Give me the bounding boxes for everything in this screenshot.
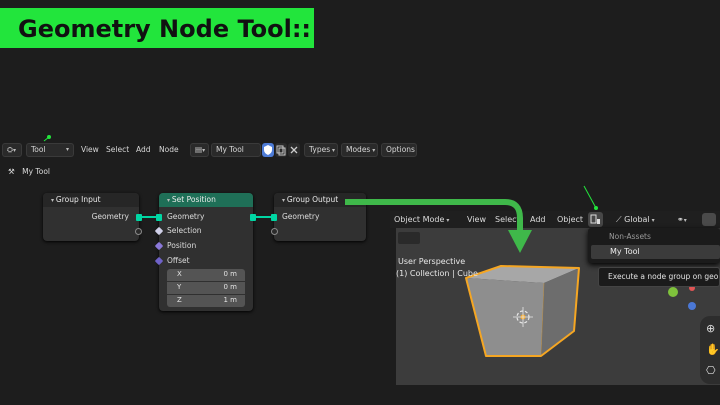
annotation-arrow [345, 199, 532, 253]
